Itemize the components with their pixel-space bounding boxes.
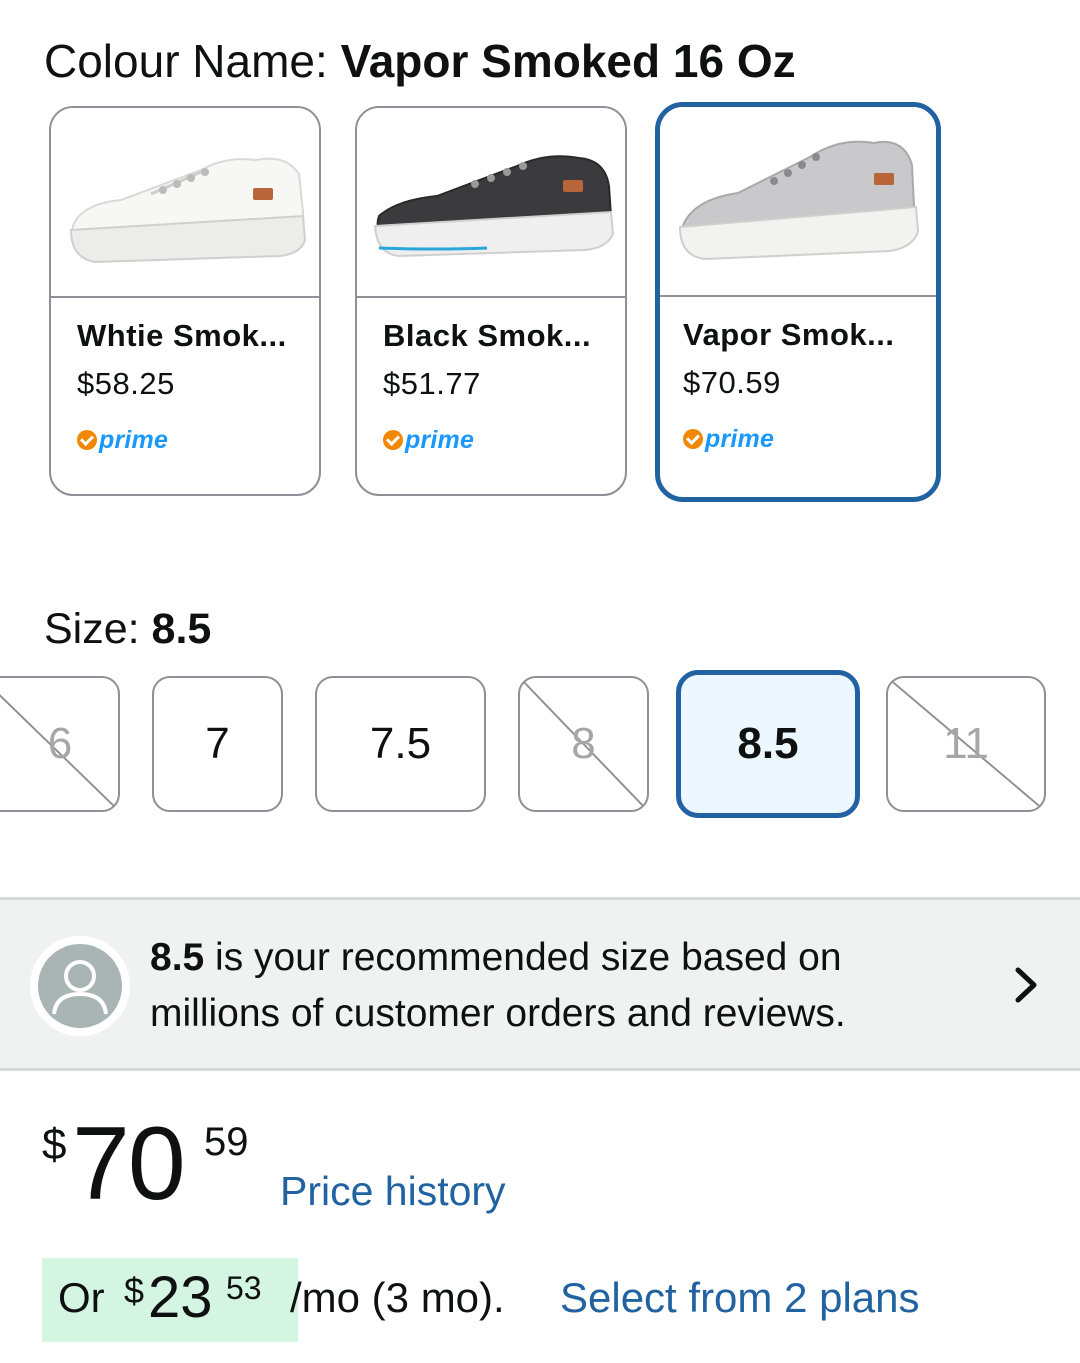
size-option-7-5[interactable]: 7.5 [315,676,486,812]
chevron-right-icon[interactable] [1010,962,1042,1008]
installment-prefix: Or [58,1274,105,1321]
recommendation-message: is your recommended size based on millio… [150,936,846,1035]
black-sneaker-image [373,155,615,258]
user-icon [38,944,122,1028]
size-option-7[interactable]: 7 [152,676,283,812]
prime-badge: prime [383,426,474,454]
size-option-label: 8 [571,719,596,768]
recommendation-text: 8.5 is your recommended size based on mi… [150,930,970,1042]
installment-currency: $ [124,1270,145,1311]
size-option-label: 11 [943,719,989,768]
size-option-8-5[interactable]: 8.5 [676,670,860,818]
size-value: 8.5 [151,605,212,653]
colour-name-heading: Colour Name: Vapor Smoked 16 Oz [44,34,796,88]
grey-sneaker-image [678,140,920,261]
swatch-name: Vapor Smok... [683,317,895,352]
swatch-image [357,108,625,298]
prime-badge: prime [77,426,168,454]
prime-check-icon [683,429,703,449]
installment-fraction: 53 [226,1270,262,1306]
colour-swatch-black[interactable]: Black Smok... $51.77 prime [355,106,627,496]
colour-name-value: Vapor Smoked 16 Oz [340,35,796,87]
prime-check-icon [383,430,403,450]
price-currency: $ [42,1120,67,1169]
swatch-name: Black Smok... [383,318,592,353]
swatch-price: $58.25 [77,366,175,401]
size-option-6[interactable]: 6 [0,676,120,812]
size-option-8[interactable]: 8 [518,676,649,812]
installment-whole: 23 [148,1265,213,1330]
size-option-label: 7.5 [369,719,432,768]
size-option-label: 6 [47,719,73,768]
prime-word: prime [705,424,775,453]
colour-swatch-vapor[interactable]: Vapor Smok... $70.59 prime [655,102,941,502]
size-option-label: 7 [205,719,230,768]
price-fraction: 59 [204,1120,249,1164]
price-history-link[interactable]: Price history [280,1168,506,1215]
avatar [30,936,130,1036]
price-whole: 70 [72,1106,186,1222]
colour-name-label: Colour Name: [44,35,341,87]
size-heading: Size: 8.5 [44,604,211,654]
size-label: Size: [44,605,152,653]
prime-word: prime [405,425,475,454]
prime-badge: prime [683,425,774,453]
installment-offer: Or $ 23 53 /mo (3 mo). Select from 2 pla… [0,1256,1080,1346]
prime-check-icon [77,430,97,450]
select-plans-link[interactable]: Select from 2 plans [560,1274,920,1322]
white-sneaker-image [69,157,307,264]
prime-word: prime [99,425,169,454]
size-option-label: 8.5 [737,719,799,768]
swatch-name: Whtie Smok... [77,318,287,353]
swatch-price: $51.77 [383,366,481,401]
swatch-price: $70.59 [683,365,781,400]
colour-swatch-white[interactable]: Whtie Smok... $58.25 prime [49,106,321,496]
installment-suffix: /mo (3 mo). [290,1274,505,1321]
size-option-11[interactable]: 11 [886,676,1046,812]
size-recommendation-banner[interactable]: 8.5 is your recommended size based on mi… [0,897,1080,1071]
swatch-image [51,108,319,298]
swatch-image [660,107,936,297]
recommended-size: 8.5 [150,936,205,979]
